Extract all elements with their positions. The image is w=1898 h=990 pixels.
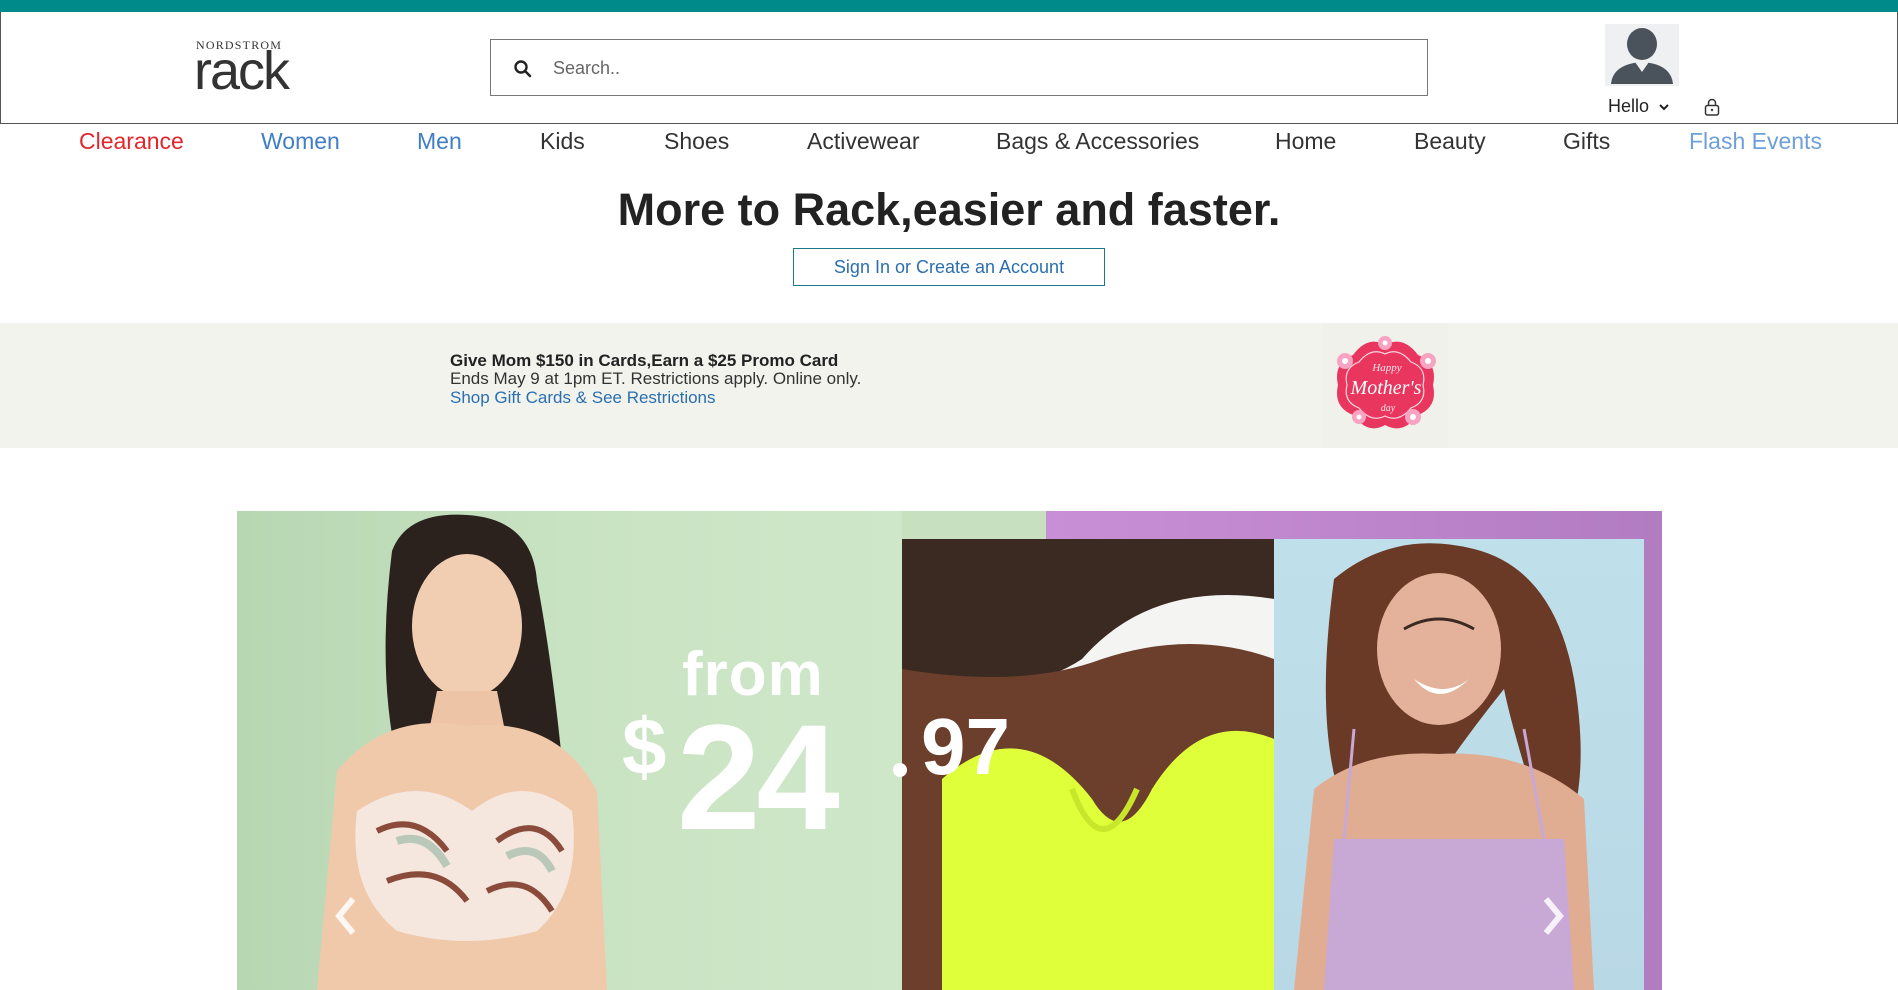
nav-item-bags-accessories[interactable]: Bags & Accessories bbox=[996, 128, 1199, 155]
promo-heading: More to Rack,easier and faster. bbox=[617, 184, 1281, 235]
search-input[interactable] bbox=[553, 50, 1403, 86]
mothers-day-badge: Happy Mother's day bbox=[1323, 323, 1448, 448]
lock-icon[interactable] bbox=[1704, 98, 1720, 116]
search-bar bbox=[490, 39, 1428, 96]
nav-item-gifts[interactable]: Gifts bbox=[1563, 128, 1610, 155]
nav-item-shoes[interactable]: Shoes bbox=[664, 128, 729, 155]
badge-happy-text: Happy bbox=[1371, 362, 1401, 374]
hero-carousel[interactable]: from $ 24 97 bbox=[237, 511, 1662, 990]
nav-item-women[interactable]: Women bbox=[261, 128, 340, 155]
gift-cards-link[interactable]: Shop Gift Cards & See Restrictions bbox=[450, 388, 716, 408]
account-menu[interactable]: Hello bbox=[1605, 24, 1679, 117]
user-avatar-icon[interactable] bbox=[1605, 24, 1679, 86]
banner-subline: Ends May 9 at 1pm ET. Restrictions apply… bbox=[450, 369, 862, 388]
hero-price-dollar: $ bbox=[622, 702, 667, 791]
banner-headline: Give Mom $150 in Cards,Earn a $25 Promo … bbox=[450, 351, 839, 370]
nav-item-clearance[interactable]: Clearance bbox=[79, 128, 184, 155]
site-header: NORDSTROM rack Hello bbox=[0, 12, 1898, 124]
greeting-label: Hello bbox=[1608, 96, 1650, 116]
category-nav: Clearance Women Men Kids Shoes Activewea… bbox=[0, 124, 1898, 160]
gift-card-banner: Give Mom $150 in Cards,Earn a $25 Promo … bbox=[0, 323, 1898, 448]
hero-model-right-image bbox=[1274, 539, 1644, 990]
nav-item-home[interactable]: Home bbox=[1275, 128, 1336, 155]
badge-day-text: day bbox=[1381, 403, 1396, 414]
nav-item-kids[interactable]: Kids bbox=[540, 128, 585, 155]
chevron-right-icon[interactable] bbox=[1536, 891, 1570, 941]
nav-item-men[interactable]: Men bbox=[417, 128, 462, 155]
account-greeting[interactable]: Hello bbox=[1608, 96, 1670, 117]
badge-mothers-text: Mother's bbox=[1350, 377, 1422, 399]
hero-price-whole: 24 bbox=[677, 693, 840, 861]
top-accent-bar bbox=[0, 0, 1898, 12]
search-icon[interactable] bbox=[513, 59, 533, 79]
chevron-down-icon bbox=[1659, 104, 1669, 111]
hero-price-decimal-dot bbox=[893, 763, 907, 777]
sign-in-button[interactable]: Sign In or Create an Account bbox=[793, 248, 1105, 286]
nav-item-activewear[interactable]: Activewear bbox=[807, 128, 919, 155]
nav-item-beauty[interactable]: Beauty bbox=[1414, 128, 1486, 155]
nav-item-flash-events[interactable]: Flash Events bbox=[1689, 128, 1822, 155]
logo-wordmark: rack bbox=[194, 41, 290, 101]
nordstrom-rack-logo[interactable]: NORDSTROM rack bbox=[194, 38, 304, 100]
chevron-left-icon[interactable] bbox=[329, 891, 363, 941]
hero-price-cents: 97 bbox=[921, 702, 1010, 791]
